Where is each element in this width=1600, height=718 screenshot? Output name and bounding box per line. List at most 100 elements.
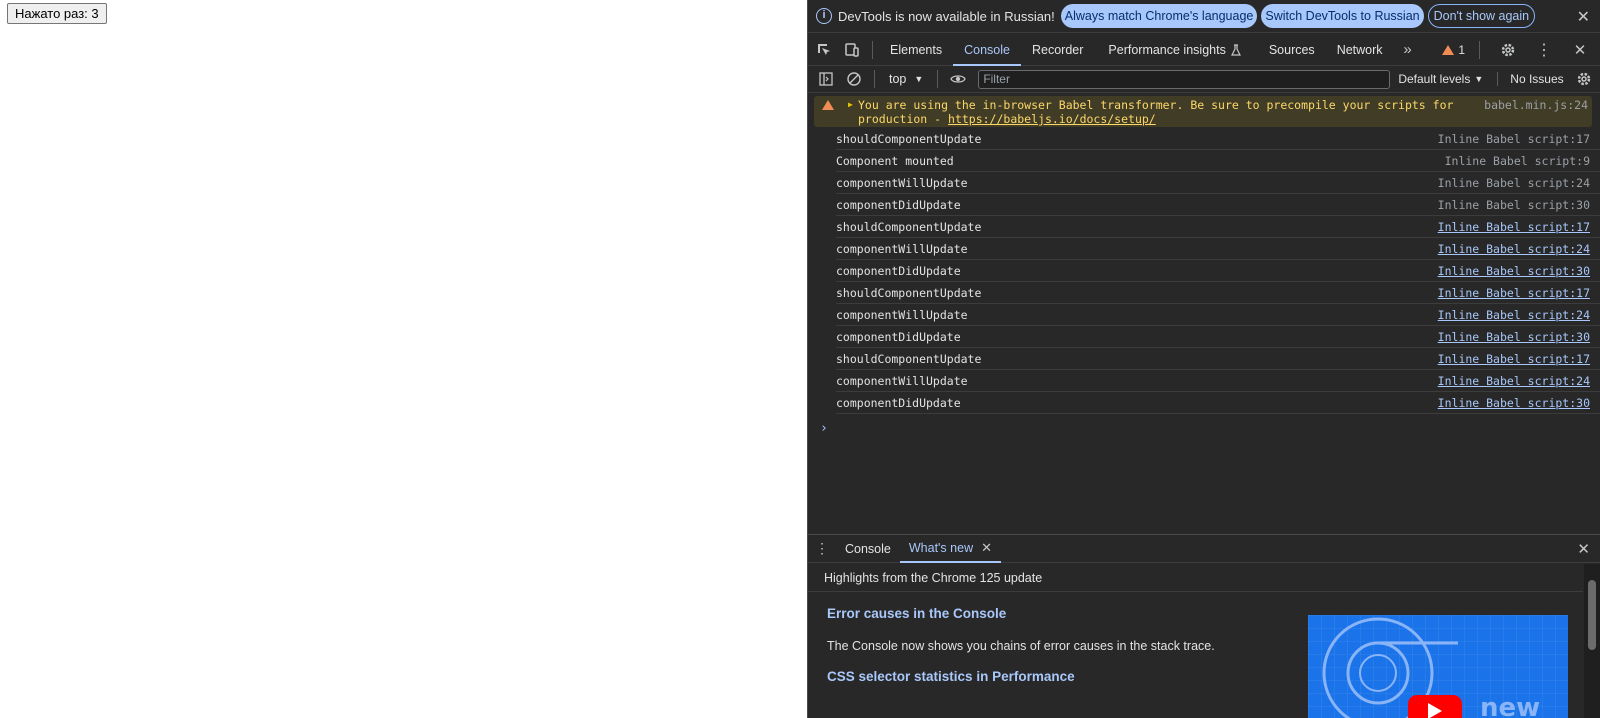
drawer-tab-console[interactable]: Console: [836, 535, 900, 563]
log-source-link[interactable]: Inline Babel script:24: [1438, 176, 1590, 190]
tab-sources[interactable]: Sources: [1253, 34, 1326, 66]
tab-elements[interactable]: Elements: [879, 34, 953, 66]
toolbar-divider: [874, 70, 875, 88]
log-message: componentDidUpdate: [836, 198, 961, 212]
log-source-link[interactable]: Inline Babel script:17: [1438, 352, 1590, 366]
clear-console-icon[interactable]: [840, 65, 868, 93]
log-source-link[interactable]: Inline Babel script:24: [1438, 374, 1590, 388]
log-message: componentDidUpdate: [836, 396, 961, 410]
whats-new-heading-1[interactable]: Error causes in the Console: [827, 606, 1006, 621]
warning-icon: [1442, 45, 1455, 55]
counter-button[interactable]: Нажато раз: 3: [7, 3, 107, 24]
log-source-link[interactable]: Inline Babel script:30: [1438, 396, 1590, 410]
info-icon: i: [816, 8, 832, 24]
always-match-language-button[interactable]: Always match Chrome's language: [1060, 4, 1258, 28]
log-source-link[interactable]: Inline Babel script:17: [1438, 132, 1590, 146]
log-message: Component mounted: [836, 154, 954, 168]
log-message: shouldComponentUpdate: [836, 286, 982, 300]
whats-new-scrollbar[interactable]: [1584, 564, 1600, 718]
log-message: componentWillUpdate: [836, 176, 968, 190]
log-message: shouldComponentUpdate: [836, 352, 982, 366]
log-source-link[interactable]: Inline Babel script:30: [1438, 264, 1590, 278]
chevron-down-icon: ▼: [1474, 74, 1484, 84]
context-selector[interactable]: top ▼: [889, 72, 923, 86]
log-message: componentWillUpdate: [836, 308, 968, 322]
tab-console[interactable]: Console: [953, 34, 1021, 66]
console-log-row: componentDidUpdate Inline Babel script:30: [836, 326, 1600, 348]
inspect-element-icon[interactable]: [810, 36, 838, 64]
console-log-row: shouldComponentUpdate Inline Babel script…: [836, 348, 1600, 370]
log-message: componentDidUpdate: [836, 264, 961, 278]
console-log-row: shouldComponentUpdate Inline Babel script…: [836, 282, 1600, 304]
console-log-row: componentDidUpdate Inline Babel script:30: [836, 260, 1600, 282]
whats-new-video-thumbnail[interactable]: new: [1308, 615, 1568, 718]
close-icon[interactable]: ✕: [1577, 7, 1590, 27]
console-log-row: shouldComponentUpdate Inline Babel script…: [836, 128, 1600, 150]
devtools-tabbar: Elements Console Recorder Performance in…: [808, 34, 1600, 66]
live-expression-eye-icon[interactable]: [944, 65, 972, 93]
tab-performance-insights[interactable]: Performance insights: [1094, 34, 1252, 66]
log-message: componentWillUpdate: [836, 374, 968, 388]
log-source-link[interactable]: Inline Babel script:9: [1445, 154, 1590, 168]
console-log-row: shouldComponentUpdate Inline Babel script…: [836, 216, 1600, 238]
switch-to-russian-button[interactable]: Switch DevTools to Russian: [1261, 4, 1424, 28]
console-log-row: componentWillUpdate Inline Babel script:2…: [836, 304, 1600, 326]
console-log-row: componentWillUpdate Inline Babel script:2…: [836, 238, 1600, 260]
log-levels-dropdown[interactable]: Default levels ▼: [1398, 72, 1483, 86]
whats-new-header: Highlights from the Chrome 125 update: [808, 564, 1583, 592]
log-source-link[interactable]: Inline Babel script:24: [1438, 242, 1590, 256]
scrollbar-thumb[interactable]: [1588, 580, 1596, 650]
infobar-message: DevTools is now available in Russian!: [838, 8, 1055, 24]
expand-caret-icon[interactable]: ▶: [848, 100, 853, 109]
context-value: top: [889, 72, 907, 86]
language-infobar: i DevTools is now available in Russian! …: [808, 0, 1600, 33]
log-source-link[interactable]: Inline Babel script:30: [1438, 330, 1590, 344]
warning-icon: [822, 100, 834, 110]
more-tabs-icon[interactable]: »: [1394, 36, 1422, 64]
console-prompt-chevron-icon[interactable]: ›: [820, 421, 828, 436]
close-tab-icon[interactable]: ✕: [981, 534, 992, 562]
sidebar-toggle-icon[interactable]: [812, 65, 840, 93]
dont-show-again-button[interactable]: Don't show again: [1427, 4, 1536, 28]
log-source-link[interactable]: Inline Babel script:17: [1438, 220, 1590, 234]
console-log-row: Component mounted Inline Babel script:9: [836, 150, 1600, 172]
device-toolbar-icon[interactable]: [838, 36, 866, 64]
console-toolbar: top ▼ Default levels ▼ No Issues: [808, 66, 1600, 93]
close-devtools-icon[interactable]: ✕: [1566, 36, 1594, 64]
console-settings-gear-icon[interactable]: [1574, 69, 1594, 89]
warning-text: You are using the in-browser Babel trans…: [858, 98, 1458, 126]
whats-new-heading-2[interactable]: CSS selector statistics in Performance: [827, 669, 1075, 684]
warning-source-link[interactable]: babel.min.js:24: [1484, 98, 1588, 112]
issues-counter[interactable]: No Issues: [1497, 72, 1564, 86]
devtools-panel: i DevTools is now available in Russian! …: [807, 0, 1600, 718]
toolbar-divider: [937, 70, 939, 88]
page-viewport: Нажато раз: 3: [0, 0, 807, 718]
console-log-row: componentWillUpdate Inline Babel script:2…: [836, 370, 1600, 392]
log-source-link[interactable]: Inline Babel script:24: [1438, 308, 1590, 322]
drawer-tab-whats-new-label: What's new: [908, 540, 974, 555]
toolbar-divider: [1479, 41, 1480, 59]
tab-network[interactable]: Network: [1326, 34, 1394, 66]
console-log: ▶ You are using the in-browser Babel tra…: [808, 94, 1600, 534]
settings-gear-icon[interactable]: [1494, 36, 1522, 64]
console-log-row: componentWillUpdate Inline Babel script:2…: [836, 172, 1600, 194]
log-source-link[interactable]: Inline Babel script:30: [1438, 198, 1590, 212]
log-levels-label: Default levels: [1398, 72, 1471, 86]
babel-docs-link[interactable]: https://babeljs.io/docs/setup/: [948, 112, 1156, 126]
log-source-link[interactable]: Inline Babel script:17: [1438, 286, 1590, 300]
whats-new-content: Error causes in the Console The Console …: [808, 593, 1583, 718]
close-drawer-icon[interactable]: ✕: [1577, 540, 1590, 558]
drawer-tab-whats-new[interactable]: What's new ✕: [899, 534, 1001, 563]
warnings-count: 1: [1458, 43, 1465, 57]
log-message: shouldComponentUpdate: [836, 220, 982, 234]
console-log-row: componentDidUpdate Inline Babel script:30: [836, 392, 1600, 414]
warnings-counter[interactable]: 1: [1442, 43, 1465, 57]
console-filter-input[interactable]: [978, 69, 1391, 89]
drawer-tabbar: ⋮ Console What's new ✕ ✕: [808, 535, 1600, 563]
tab-recorder[interactable]: Recorder: [1021, 34, 1094, 66]
drawer-menu-icon[interactable]: ⋮: [808, 540, 836, 557]
more-options-icon[interactable]: ⋮: [1530, 36, 1558, 64]
log-message: componentDidUpdate: [836, 330, 961, 344]
tab-performance-insights-label: Performance insights: [1108, 42, 1226, 57]
thumbnail-caption: new: [1480, 693, 1541, 718]
